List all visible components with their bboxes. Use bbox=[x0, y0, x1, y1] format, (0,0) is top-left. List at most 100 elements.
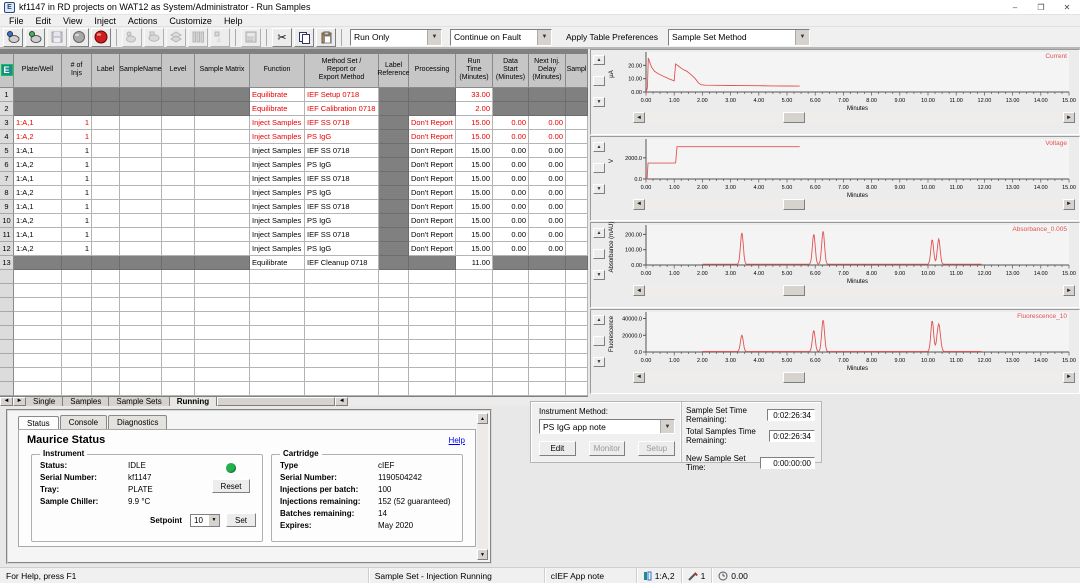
scroll-right-icon[interactable]: ► bbox=[1063, 285, 1075, 296]
table-cell-ds[interactable] bbox=[493, 102, 529, 116]
edit-button[interactable]: Edit bbox=[539, 441, 576, 456]
table-cell-nd[interactable]: 0.00 bbox=[529, 214, 566, 228]
table-cell-fn[interactable]: Inject Samples bbox=[250, 158, 305, 172]
table-cell-plate[interactable]: 1:A,2 bbox=[14, 130, 62, 144]
row-number[interactable] bbox=[0, 340, 14, 354]
table-cell-fn[interactable]: Inject Samples bbox=[250, 228, 305, 242]
table-cell-empty[interactable] bbox=[566, 354, 588, 368]
table-cell-empty[interactable] bbox=[305, 382, 379, 396]
table-cell-injs[interactable]: 1 bbox=[62, 228, 92, 242]
table-cell-injs[interactable] bbox=[62, 102, 92, 116]
table-cell-empty[interactable] bbox=[529, 382, 566, 396]
table-cell-nd[interactable]: 0.00 bbox=[529, 228, 566, 242]
table-cell-empty[interactable] bbox=[92, 326, 120, 340]
table-cell-empty[interactable] bbox=[456, 312, 493, 326]
scroll-left-icon[interactable]: ◄ bbox=[633, 199, 645, 210]
table-cell-empty[interactable] bbox=[456, 382, 493, 396]
table-cell-fn[interactable]: Inject Samples bbox=[250, 116, 305, 130]
table-cell-empty[interactable] bbox=[162, 270, 195, 284]
table-cell-proc[interactable] bbox=[409, 102, 456, 116]
table-cell-empty[interactable] bbox=[120, 298, 162, 312]
scroll-left-icon[interactable]: ◄ bbox=[633, 112, 645, 123]
table-cell-empty[interactable] bbox=[92, 270, 120, 284]
table-cell-empty[interactable] bbox=[529, 312, 566, 326]
table-cell-empty[interactable] bbox=[62, 284, 92, 298]
table-cell-level[interactable] bbox=[162, 200, 195, 214]
scroll-right-icon[interactable]: ► bbox=[1063, 372, 1075, 383]
row-number[interactable] bbox=[0, 354, 14, 368]
table-cell-name[interactable] bbox=[120, 186, 162, 200]
table-cell-method[interactable]: IEF SS 0718 bbox=[305, 228, 379, 242]
table-cell-empty[interactable] bbox=[566, 312, 588, 326]
table-cell-fn[interactable]: Inject Samples bbox=[250, 242, 305, 256]
menu-inject[interactable]: Inject bbox=[88, 16, 122, 26]
y-zoom-in-icon[interactable]: ▲ bbox=[593, 315, 605, 325]
y-scale-icon[interactable] bbox=[593, 336, 605, 346]
table-cell-empty[interactable] bbox=[566, 284, 588, 298]
table-cell-sample[interactable] bbox=[566, 172, 588, 186]
table-cell-name[interactable] bbox=[120, 214, 162, 228]
scroll-up-icon[interactable]: ▲ bbox=[477, 413, 488, 424]
y-zoom-out-icon[interactable]: ▼ bbox=[593, 270, 605, 280]
table-cell-plate[interactable]: 1:A,1 bbox=[14, 172, 62, 186]
table-cell-empty[interactable] bbox=[305, 354, 379, 368]
table-cell-empty[interactable] bbox=[62, 312, 92, 326]
table-cell-ref[interactable] bbox=[379, 116, 409, 130]
tab-running[interactable]: Running bbox=[170, 397, 217, 406]
table-cell-empty[interactable] bbox=[566, 298, 588, 312]
table-cell-sample[interactable] bbox=[566, 186, 588, 200]
table-cell-sample[interactable] bbox=[566, 88, 588, 102]
table-cell-empty[interactable] bbox=[409, 298, 456, 312]
table-cell-method[interactable]: PS IgG bbox=[305, 158, 379, 172]
table-cell-empty[interactable] bbox=[379, 284, 409, 298]
table-cell-empty[interactable] bbox=[409, 354, 456, 368]
table-cell-nd[interactable]: 0.00 bbox=[529, 158, 566, 172]
row-number[interactable]: 12 bbox=[0, 242, 14, 256]
table-cell-empty[interactable] bbox=[62, 326, 92, 340]
table-cell-injs[interactable]: 1 bbox=[62, 242, 92, 256]
table-cell-proc[interactable]: Don't Report bbox=[409, 242, 456, 256]
table-cell-matrix[interactable] bbox=[195, 228, 250, 242]
table-cell-ds[interactable]: 0.00 bbox=[493, 144, 529, 158]
table-cell-empty[interactable] bbox=[305, 368, 379, 382]
row-number[interactable] bbox=[0, 382, 14, 396]
table-cell-proc[interactable]: Don't Report bbox=[409, 228, 456, 242]
chart-hscrollbar[interactable]: ◄ ► bbox=[633, 112, 1075, 123]
table-cell-empty[interactable] bbox=[195, 284, 250, 298]
table-cell-level[interactable] bbox=[162, 186, 195, 200]
table-cell-empty[interactable] bbox=[250, 382, 305, 396]
run-sample-vial-icon[interactable] bbox=[3, 28, 23, 47]
table-cell-empty[interactable] bbox=[305, 284, 379, 298]
table-cell-empty[interactable] bbox=[195, 326, 250, 340]
row-number[interactable]: 8 bbox=[0, 186, 14, 200]
table-cell-empty[interactable] bbox=[162, 298, 195, 312]
row-number[interactable]: 2 bbox=[0, 102, 14, 116]
table-cell-empty[interactable] bbox=[120, 326, 162, 340]
chart-hscroll-thumb[interactable] bbox=[783, 285, 805, 296]
table-cell-matrix[interactable] bbox=[195, 172, 250, 186]
table-cell-matrix[interactable] bbox=[195, 256, 250, 270]
table-cell-label[interactable] bbox=[92, 200, 120, 214]
scroll-right-icon[interactable]: ► bbox=[1063, 112, 1075, 123]
chart-hscroll-thumb[interactable] bbox=[783, 112, 805, 123]
abort-red-icon[interactable] bbox=[91, 28, 111, 47]
table-cell-empty[interactable] bbox=[379, 340, 409, 354]
table-cell-empty[interactable] bbox=[14, 368, 62, 382]
table-cell-empty[interactable] bbox=[493, 368, 529, 382]
table-cell-empty[interactable] bbox=[379, 270, 409, 284]
table-cell-injs[interactable]: 1 bbox=[62, 116, 92, 130]
table-cell-empty[interactable] bbox=[162, 312, 195, 326]
table-cell-empty[interactable] bbox=[195, 382, 250, 396]
table-cell-empty[interactable] bbox=[120, 270, 162, 284]
set-button[interactable]: Set bbox=[226, 513, 256, 527]
table-cell-empty[interactable] bbox=[14, 270, 62, 284]
table-cell-matrix[interactable] bbox=[195, 102, 250, 116]
table-cell-matrix[interactable] bbox=[195, 130, 250, 144]
table-cell-level[interactable] bbox=[162, 88, 195, 102]
run-mode-dropdown[interactable]: Run Only▼ bbox=[350, 29, 442, 46]
table-cell-ds[interactable]: 0.00 bbox=[493, 158, 529, 172]
table-cell-plate[interactable]: 1:A,2 bbox=[14, 242, 62, 256]
table-cell-ds[interactable] bbox=[493, 88, 529, 102]
table-cell-run[interactable]: 15.00 bbox=[456, 144, 493, 158]
table-cell-empty[interactable] bbox=[529, 284, 566, 298]
